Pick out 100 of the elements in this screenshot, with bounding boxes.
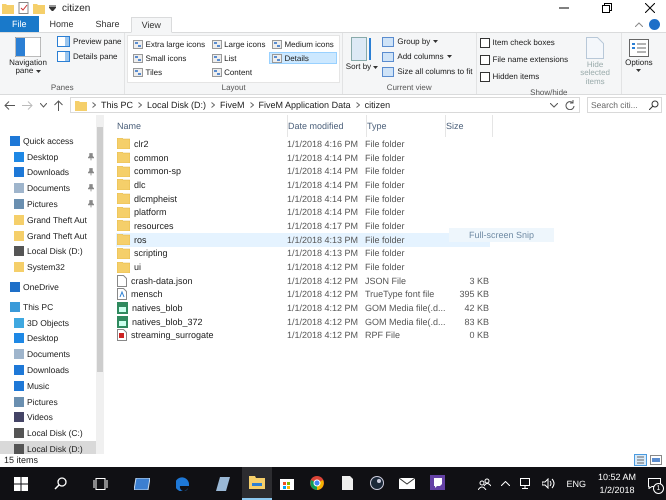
navigation-item[interactable]: Local Disk (D:) xyxy=(0,244,96,260)
people-icon[interactable] xyxy=(478,478,492,490)
file-row[interactable]: natives_blob_372 1/1/2018 4:12 PM GOM Media file(.d... 83 KB xyxy=(116,314,490,329)
navigation-pane-button[interactable]: Navigation pane xyxy=(2,35,54,83)
breadcrumb[interactable]: FiveM Application Data xyxy=(258,100,351,110)
navigation-item[interactable]: Desktop xyxy=(0,330,96,346)
chevron-right-icon[interactable] xyxy=(211,102,216,108)
pane-button[interactable]: Preview pane xyxy=(56,35,122,48)
view-button[interactable]: Group by xyxy=(381,35,474,48)
ribbon-tab[interactable]: View xyxy=(130,16,172,32)
layout-option[interactable]: Extra large icons xyxy=(130,38,208,50)
file-row[interactable]: clr2 1/1/2018 4:16 PM File folder xyxy=(116,137,490,151)
file-row[interactable]: streaming_surrogate 1/1/2018 4:12 PM RPF File 0 KB xyxy=(116,328,490,342)
ribbon-tab[interactable]: Share xyxy=(84,16,131,32)
navigation-item[interactable]: This PC xyxy=(0,298,96,315)
breadcrumb[interactable]: citizen xyxy=(364,100,390,110)
sort-by-button[interactable]: Sort by xyxy=(344,35,380,83)
chevron-up-icon[interactable] xyxy=(501,481,510,486)
layout-option[interactable]: Tiles xyxy=(130,66,208,79)
view-button[interactable]: Add columns xyxy=(381,50,474,63)
layout-option[interactable]: Large icons xyxy=(209,38,268,50)
language-indicator[interactable]: ENG xyxy=(566,478,586,488)
properties-icon[interactable] xyxy=(18,2,29,14)
taskbar-app[interactable] xyxy=(242,467,272,500)
breadcrumb[interactable]: FiveM xyxy=(220,100,245,110)
refresh-icon[interactable] xyxy=(565,100,575,110)
pane-button[interactable]: Details pane xyxy=(56,50,122,63)
volume-icon[interactable] xyxy=(542,478,556,489)
chevron-right-icon[interactable] xyxy=(356,102,360,108)
file-row[interactable]: dlcmpheist 1/1/2018 4:14 PM File folder xyxy=(116,192,490,206)
layout-option[interactable]: Small icons xyxy=(130,52,208,64)
layout-option[interactable]: List xyxy=(209,52,268,64)
close-icon[interactable] xyxy=(645,3,655,13)
tablet-app-icon[interactable] xyxy=(216,476,230,490)
navigation-item[interactable]: Documents xyxy=(0,180,96,196)
details-view-icon[interactable] xyxy=(634,454,647,466)
search-field[interactable]: Search citi... xyxy=(587,97,662,113)
layout-option[interactable]: Medium icons xyxy=(269,38,337,50)
navigation-item[interactable]: Grand Theft Aut xyxy=(0,212,96,228)
dropdown-icon[interactable] xyxy=(550,102,558,108)
pin-icon[interactable] xyxy=(88,152,94,161)
navigation-item[interactable]: Music xyxy=(0,378,96,394)
navigation-item[interactable]: Pictures xyxy=(0,394,96,410)
chevron-right-icon[interactable] xyxy=(250,102,254,108)
navigation-item[interactable]: Documents xyxy=(0,346,96,362)
layout-option[interactable]: Content xyxy=(209,66,268,79)
restore-icon[interactable] xyxy=(602,3,612,13)
navigation-item[interactable]: Grand Theft Aut xyxy=(0,228,96,244)
recent-locations-icon[interactable] xyxy=(40,102,47,108)
file-row[interactable]: natives_blob 1/1/2018 4:12 PM GOM Media file(.d... 42 KB xyxy=(116,301,490,315)
address-bar[interactable]: This PC Local Disk (D:) FiveM FiveM Application Data citizen xyxy=(70,97,580,113)
clock[interactable]: 10:52 AM 1/2/2018 xyxy=(598,471,636,496)
view-button[interactable]: Size all columns to fit xyxy=(381,65,474,78)
pin-icon[interactable] xyxy=(88,168,94,176)
navigation-item[interactable]: Downloads xyxy=(0,362,96,378)
dropdown-icon[interactable] xyxy=(49,5,56,11)
chevron-right-icon[interactable] xyxy=(92,102,96,108)
pin-icon[interactable] xyxy=(88,184,94,192)
navigation-item[interactable]: Quick access xyxy=(0,133,96,149)
navigation-item[interactable]: 3D Objects xyxy=(0,314,96,331)
column-header[interactable]: Size xyxy=(446,115,493,137)
navigation-item[interactable]: Pictures xyxy=(0,196,96,212)
breadcrumb[interactable]: Local Disk (D:) xyxy=(147,100,206,110)
column-header[interactable]: Date modified xyxy=(288,115,367,137)
file-tab[interactable]: File xyxy=(0,16,39,32)
navigation-item[interactable]: Videos xyxy=(0,410,96,426)
file-row[interactable]: platform 1/1/2018 4:14 PM File folder xyxy=(116,205,490,220)
collapse-ribbon-icon[interactable] xyxy=(635,22,643,26)
back-icon[interactable] xyxy=(4,100,15,110)
navigation-item[interactable]: Downloads xyxy=(0,164,96,180)
file-row[interactable]: mensch 1/1/2018 4:12 PM TrueType font file 395 KB xyxy=(116,288,490,302)
navigation-item[interactable]: Local Disk (D:) xyxy=(0,441,96,454)
options-button[interactable]: Options xyxy=(624,35,654,74)
windows-start-icon[interactable] xyxy=(14,476,28,490)
file-row[interactable]: ui 1/1/2018 4:12 PM File folder xyxy=(116,260,490,274)
checkbox-option[interactable]: Item check boxes xyxy=(478,35,570,50)
navigation-item[interactable]: OneDrive xyxy=(0,279,96,295)
layout-option[interactable]: Details xyxy=(269,52,337,64)
navigation-item[interactable]: Local Disk (C:) xyxy=(0,425,96,442)
task-view-icon[interactable] xyxy=(93,478,108,490)
network-icon[interactable] xyxy=(520,478,532,489)
column-header[interactable]: Type xyxy=(367,115,446,137)
file-row[interactable]: common-sp 1/1/2018 4:14 PM File folder xyxy=(116,164,490,178)
file-row[interactable]: scripting 1/1/2018 4:13 PM File folder xyxy=(116,246,490,260)
window-app-icon[interactable] xyxy=(134,478,150,490)
edge-icon[interactable] xyxy=(176,476,190,490)
help-icon[interactable] xyxy=(649,18,660,30)
checkbox-option[interactable]: Hidden items xyxy=(478,69,570,84)
large-icons-view-icon[interactable] xyxy=(650,455,662,465)
up-icon[interactable] xyxy=(54,100,63,110)
navigation-item[interactable]: System32 xyxy=(0,259,96,276)
pin-icon[interactable] xyxy=(88,200,94,208)
file-row[interactable]: crash-data.json 1/1/2018 4:12 PM JSON File 3 KB xyxy=(116,274,490,288)
file-row[interactable]: common 1/1/2018 4:14 PM File folder xyxy=(116,150,490,164)
checkbox-option[interactable]: File name extensions xyxy=(478,52,570,67)
ribbon-tab[interactable]: Home xyxy=(38,16,85,32)
breadcrumb[interactable]: This PC xyxy=(101,100,134,110)
column-header[interactable]: Name xyxy=(116,115,288,137)
scrollbar[interactable] xyxy=(96,115,104,454)
file-row[interactable]: dlc 1/1/2018 4:14 PM File folder xyxy=(116,178,490,192)
